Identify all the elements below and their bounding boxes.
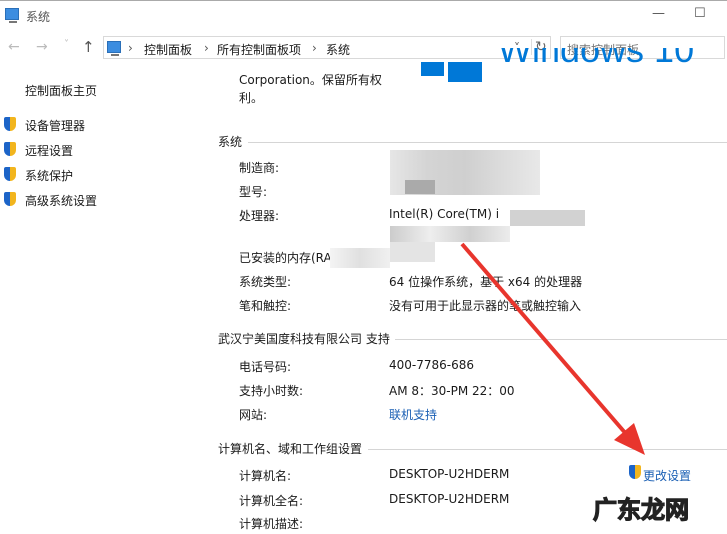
watermark: 广东龙网 <box>592 495 689 524</box>
annotation-arrow <box>460 242 645 455</box>
